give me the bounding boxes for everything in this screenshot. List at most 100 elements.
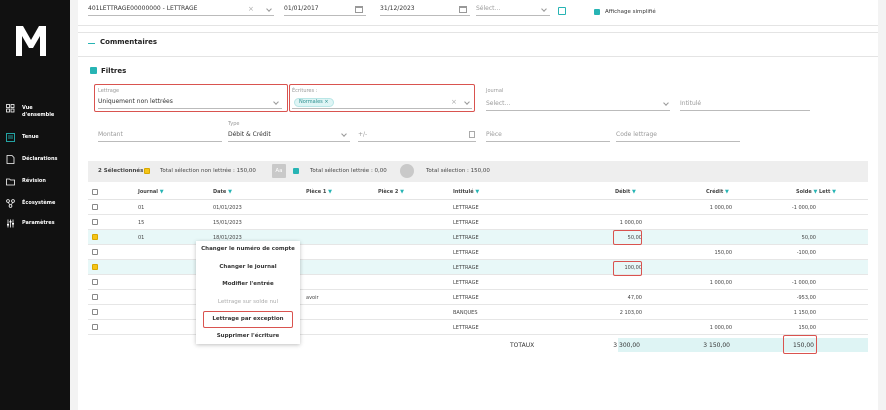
sort-icon[interactable]: ▼ <box>475 189 479 195</box>
col-intitule[interactable]: Intitulé ▼ <box>453 189 479 195</box>
code-lettrage-placeholder: Code lettrage <box>616 131 657 138</box>
journal-label: Journal <box>486 88 504 94</box>
intitule-input[interactable]: Intitulé <box>680 99 810 111</box>
cell-intitule: LETTRAGE <box>453 205 479 211</box>
menu-item-change-journal[interactable]: Changer le journal <box>196 259 300 275</box>
simplified-view-label: Affichage simplifié <box>605 9 656 15</box>
sidebar-item-label: Paramètres <box>22 220 55 226</box>
col-piece2[interactable]: Pièce 2 ▼ <box>378 189 404 195</box>
calendar-icon[interactable] <box>459 6 467 13</box>
cell-solde: 150,00 <box>798 325 817 331</box>
menu-item-change-account[interactable]: Changer le numéro de compte <box>196 241 300 257</box>
book-icon <box>6 133 15 142</box>
date-to-value: 31/12/2023 <box>380 5 415 12</box>
row-checkbox[interactable] <box>92 294 98 300</box>
account-select[interactable]: 401LETTRAGE00000000 - LETTRAGE <box>88 4 274 16</box>
date-from-field[interactable]: 01/01/2017 <box>284 4 366 16</box>
row-checkbox[interactable] <box>92 204 98 210</box>
date-to-field[interactable]: 31/12/2023 <box>380 4 470 16</box>
sidebar-item-ecosysteme[interactable]: Écosystème <box>0 199 70 217</box>
col-piece2-label: Pièce 2 <box>378 189 399 195</box>
col-journal-label: Journal <box>138 189 158 195</box>
select-all-checkbox[interactable] <box>92 189 98 195</box>
sort-icon[interactable]: ▼ <box>632 189 636 195</box>
row-checkbox[interactable] <box>92 234 98 240</box>
document-icon <box>6 155 15 164</box>
sort-icon[interactable]: ▼ <box>328 189 332 195</box>
sidebar-item-overview[interactable]: Vue d'ensemble <box>0 104 70 122</box>
montant-input[interactable]: Montant <box>98 130 222 142</box>
highlight-box-debit-2 <box>613 261 642 276</box>
row-checkbox[interactable] <box>92 264 98 270</box>
col-credit[interactable]: Crédit ▼ <box>706 189 729 195</box>
main-panel: 401LETTRAGE00000000 - LETTRAGE × 01/01/2… <box>78 0 878 410</box>
journal-placeholder: Select... <box>486 100 511 107</box>
sort-icon[interactable]: ▼ <box>832 189 836 195</box>
type-select[interactable]: Débit & Crédit <box>228 130 350 142</box>
col-intitule-label: Intitulé <box>453 189 474 195</box>
code-lettrage-input[interactable]: Code lettrage <box>616 130 740 142</box>
context-menu: Changer le numéro de compte Changer le j… <box>196 241 300 344</box>
sidebar-item-revision[interactable]: Révision <box>0 177 70 195</box>
row-checkbox[interactable] <box>92 324 98 330</box>
comments-section-title[interactable]: Commentaires <box>100 38 157 46</box>
piece-placeholder: Pièce <box>486 131 502 138</box>
highlight-box-menu-exception <box>203 311 293 328</box>
top-filter-bar: 401LETTRAGE00000000 - LETTRAGE × 01/01/2… <box>78 0 878 26</box>
sort-icon[interactable]: ▼ <box>813 189 817 195</box>
table-row[interactable]: 15 15/01/2023 LETTRAGE 1 000,00 <box>88 215 868 230</box>
collapse-icon[interactable] <box>88 43 95 44</box>
lettree-checkbox[interactable] <box>293 168 299 174</box>
cell-credit: 150,00 <box>714 250 733 256</box>
app-logo <box>16 26 46 56</box>
sidebar-item-tenue[interactable]: Tenue <box>0 133 70 151</box>
cell-credit: 1 000,00 <box>709 280 732 286</box>
type-value: Débit & Crédit <box>228 131 271 138</box>
sidebar-item-declarations[interactable]: Déclarations <box>0 155 70 173</box>
plusminus-placeholder: +/- <box>358 131 368 138</box>
col-solde[interactable]: Solde ▼ <box>796 189 817 195</box>
row-checkbox[interactable] <box>92 309 98 315</box>
highlight-box-debit-1 <box>613 230 642 245</box>
row-checkbox[interactable] <box>92 249 98 255</box>
cell-intitule: LETTRAGE <box>453 265 479 271</box>
filters-section-title[interactable]: Filtres <box>101 67 126 75</box>
cell-debit: 1 000,00 <box>619 220 642 226</box>
col-journal[interactable]: Journal ▼ <box>138 189 164 195</box>
sort-icon[interactable]: ▼ <box>400 189 404 195</box>
sort-icon[interactable]: ▼ <box>725 189 729 195</box>
download-icon[interactable] <box>558 7 566 15</box>
highlight-box-ecritures <box>289 84 475 112</box>
lettrage-action-icon[interactable] <box>400 164 414 178</box>
account-value: 401LETTRAGE00000000 - LETTRAGE <box>88 5 198 12</box>
col-credit-label: Crédit <box>706 189 724 195</box>
col-lett[interactable]: Lett ▼ <box>819 189 836 195</box>
row-checkbox[interactable] <box>92 279 98 285</box>
sidebar-item-parametres[interactable]: Paramètres <box>0 219 70 237</box>
stepper-icon[interactable] <box>469 131 475 138</box>
row-checkbox[interactable] <box>92 219 98 225</box>
sort-icon[interactable]: ▼ <box>160 189 164 195</box>
topbar-select[interactable]: Sélect... <box>476 4 550 16</box>
col-piece1[interactable]: Pièce 1 ▼ <box>306 189 332 195</box>
aa-button[interactable]: Aa <box>272 164 286 178</box>
filters-toggle-icon[interactable] <box>90 67 97 74</box>
col-debit[interactable]: Débit ▼ <box>615 189 636 195</box>
col-date[interactable]: Date ▼ <box>213 189 232 195</box>
table-row[interactable]: 01 01/01/2023 LETTRAGE 1 000,00 -1 000,00 <box>88 200 868 215</box>
clear-icon[interactable]: × <box>248 4 254 14</box>
menu-item-edit-entry[interactable]: Modifier l'entrée <box>196 276 300 292</box>
calendar-icon[interactable] <box>355 6 363 13</box>
cell-solde: -953,00 <box>796 295 816 301</box>
cell-intitule: LETTRAGE <box>453 280 479 286</box>
total-selection: Total sélection : 150,00 <box>426 168 490 174</box>
cell-debit: 2 103,00 <box>619 310 642 316</box>
sort-icon[interactable]: ▼ <box>228 189 232 195</box>
total-non-lettree: Total sélection non lettrée : 150,00 <box>160 168 256 174</box>
simplified-view-checkbox[interactable] <box>594 9 600 15</box>
piece-input[interactable]: Pièce <box>486 130 610 142</box>
menu-item-delete-entry[interactable]: Supprimer l'écriture <box>196 328 300 344</box>
plusminus-input[interactable]: +/- <box>358 130 476 142</box>
journal-select[interactable]: Select... <box>486 99 670 111</box>
sidebar-item-label: Révision <box>22 178 46 184</box>
